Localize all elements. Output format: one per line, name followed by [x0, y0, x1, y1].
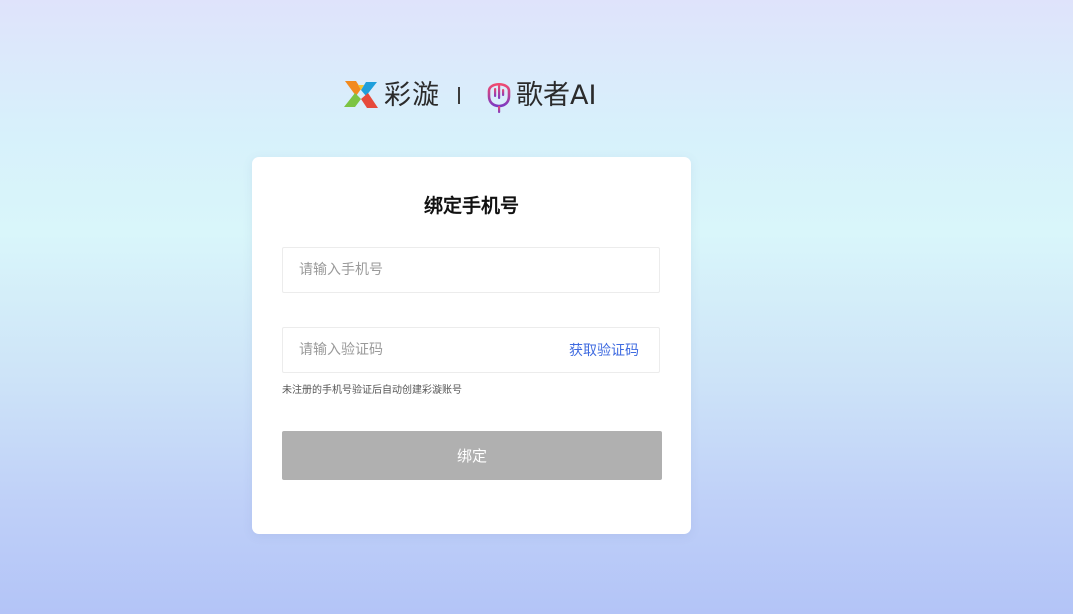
- verification-code-field[interactable]: 获取验证码: [282, 327, 660, 373]
- singer-mic-icon: [487, 82, 511, 113]
- verification-code-input[interactable]: [299, 328, 549, 372]
- caixuan-x-logo-icon: [344, 81, 378, 108]
- bind-phone-card: 绑定手机号 获取验证码 未注册的手机号验证后自动创建彩漩账号 绑定: [252, 157, 691, 534]
- bind-button[interactable]: 绑定: [282, 431, 662, 480]
- phone-input[interactable]: [299, 248, 549, 292]
- brand-header: 彩漩 歌者AI: [342, 74, 596, 116]
- auto-register-hint: 未注册的手机号验证后自动创建彩漩账号: [282, 385, 462, 396]
- get-code-link[interactable]: 获取验证码: [569, 328, 639, 372]
- brand-divider: [458, 86, 460, 104]
- partner-brand-name: 歌者AI: [516, 79, 597, 111]
- phone-field[interactable]: [282, 247, 660, 293]
- brand-name: 彩漩: [384, 79, 440, 111]
- card-title: 绑定手机号: [423, 195, 519, 217]
